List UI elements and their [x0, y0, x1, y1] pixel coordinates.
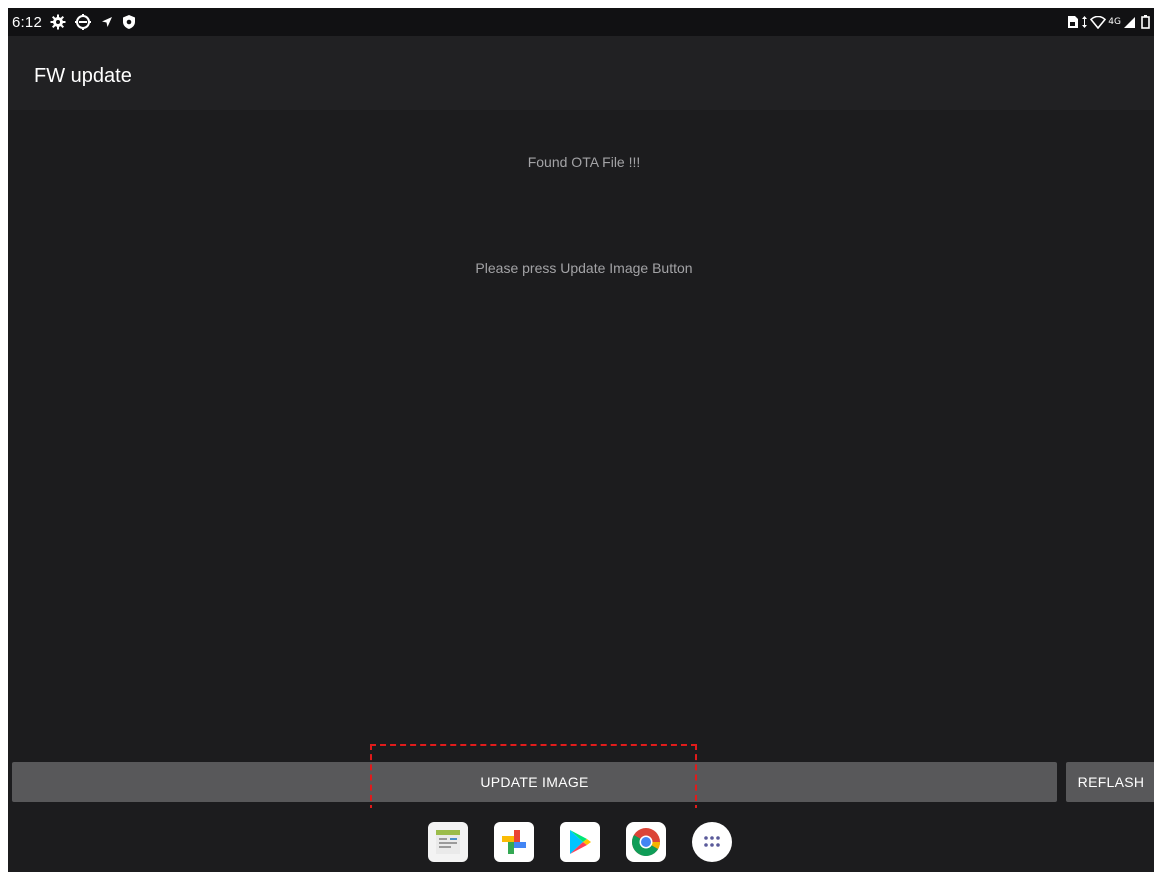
- chrome-icon[interactable]: [626, 822, 666, 862]
- location-arrow-icon: [100, 15, 114, 29]
- wifi-icon: [1090, 15, 1107, 29]
- ota-found-message: Found OTA File !!!: [527, 154, 641, 170]
- status-left: 6:12: [12, 12, 136, 32]
- status-time: 6:12: [12, 13, 42, 31]
- play-store-icon[interactable]: [560, 822, 600, 862]
- battery-icon: [1141, 15, 1150, 29]
- app-bar: FW update: [8, 36, 1154, 110]
- main-content: Found OTA File !!! Please press Update I…: [8, 110, 1154, 760]
- sync-gear-icon: [74, 13, 92, 31]
- data-arrows-icon: [1081, 15, 1088, 29]
- status-bar: 6:12 4G: [8, 8, 1154, 36]
- reflash-button[interactable]: REFLASH: [1066, 762, 1154, 802]
- device-screen: 6:12 4G FW update Found OTA File !!! Ple…: [8, 8, 1154, 872]
- sheets-app-icon[interactable]: [428, 822, 468, 862]
- sim-card-icon: [1067, 15, 1079, 29]
- page-title: FW update: [34, 65, 132, 87]
- photos-app-icon[interactable]: [494, 822, 534, 862]
- network-type-label: 4G: [1108, 17, 1121, 27]
- cell-signal-icon: [1123, 16, 1136, 29]
- app-dock: [8, 808, 1154, 872]
- instruction-message: Please press Update Image Button: [475, 260, 693, 276]
- all-apps-icon[interactable]: [692, 822, 732, 862]
- settings-gear-icon: [50, 14, 66, 30]
- status-right: 4G: [1067, 12, 1150, 32]
- dock-icons: [428, 822, 732, 862]
- shield-icon: [122, 14, 136, 30]
- update-image-button[interactable]: UPDATE IMAGE: [12, 762, 1057, 802]
